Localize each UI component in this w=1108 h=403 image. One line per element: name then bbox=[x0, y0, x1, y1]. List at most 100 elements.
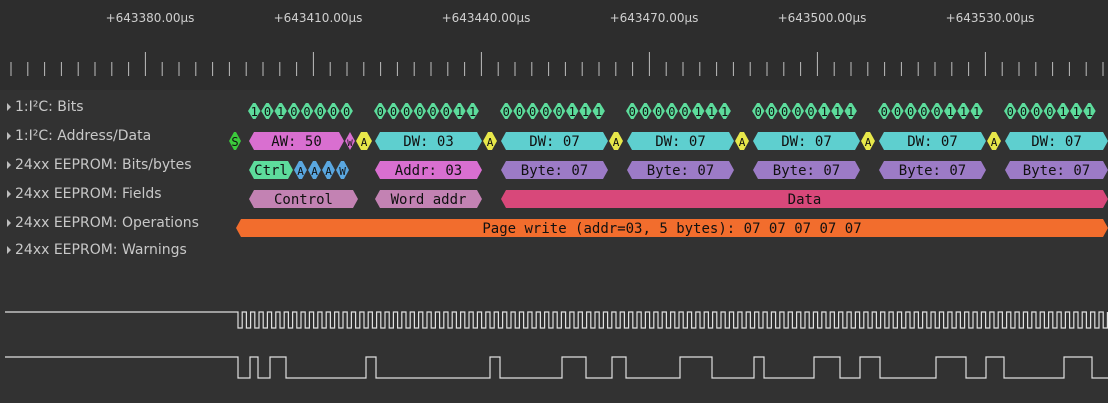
bit-cell[interactable]: 0 bbox=[400, 103, 413, 119]
bit-cell[interactable]: 1 bbox=[844, 103, 857, 119]
bit-cell[interactable]: 1 bbox=[718, 103, 731, 119]
time-ruler[interactable]: +643380.00µs +643410.00µs +643440.00µs +… bbox=[0, 0, 1108, 90]
ack-box[interactable]: A bbox=[356, 132, 372, 150]
ack-box[interactable]: A bbox=[861, 132, 875, 150]
data-field-box[interactable]: Data bbox=[501, 190, 1108, 208]
bit-cell[interactable]: 1 bbox=[831, 103, 844, 119]
bit-cell[interactable]: 0 bbox=[891, 103, 904, 119]
bit-cell[interactable]: 0 bbox=[678, 103, 692, 119]
bit-cell[interactable]: 0 bbox=[626, 103, 639, 119]
bit-cell[interactable]: 0 bbox=[513, 103, 526, 119]
data-write-box[interactable]: DW: 07 bbox=[753, 132, 860, 150]
data-write-box[interactable]: DW: 07 bbox=[501, 132, 608, 150]
bit-cell[interactable]: 0 bbox=[1030, 103, 1043, 119]
bit-cell-text: 1 bbox=[1073, 105, 1080, 119]
bit-cell-text: 1 bbox=[721, 105, 728, 119]
bit-cell[interactable]: 0 bbox=[374, 103, 387, 119]
bit-cell[interactable]: 1 bbox=[592, 103, 605, 119]
control-field-box[interactable]: Control bbox=[249, 190, 358, 208]
bit-cell[interactable]: 1 bbox=[274, 103, 287, 119]
bit-cell[interactable]: 0 bbox=[1004, 103, 1017, 119]
bit-cell[interactable]: 0 bbox=[413, 103, 427, 119]
bit-cell[interactable]: 1 bbox=[453, 103, 466, 119]
ack-box[interactable]: A bbox=[609, 132, 623, 150]
data-byte-box[interactable]: Byte: 07 bbox=[627, 161, 734, 179]
bit-cell-text: 0 bbox=[781, 105, 788, 119]
bit-cell-text: 0 bbox=[429, 105, 436, 119]
bit-cell[interactable]: 0 bbox=[917, 103, 931, 119]
bit-cell[interactable]: 0 bbox=[387, 103, 400, 119]
bit-cell[interactable]: 0 bbox=[426, 103, 440, 119]
bit-cell[interactable]: 0 bbox=[904, 103, 917, 119]
ctrl-box[interactable]: Ctrl bbox=[249, 161, 293, 179]
address-byte-box[interactable]: Addr: 03 bbox=[375, 161, 482, 179]
bit-cell[interactable]: 0 bbox=[314, 103, 327, 119]
bit-cell[interactable]: 1 bbox=[466, 103, 479, 119]
write-bit-box[interactable]: W bbox=[345, 132, 355, 150]
bit-cell[interactable]: 1 bbox=[818, 103, 831, 119]
bit-cell[interactable]: 1 bbox=[248, 103, 261, 119]
data-write-box[interactable]: DW: 07 bbox=[1005, 132, 1108, 150]
address-write-box[interactable]: AW: 50 bbox=[249, 132, 344, 150]
data-byte-box[interactable]: Byte: 07 bbox=[879, 161, 986, 179]
bit-cell[interactable]: 0 bbox=[1017, 103, 1030, 119]
ctrl-bit-box[interactable]: A bbox=[308, 161, 321, 179]
bit-cell[interactable]: 1 bbox=[944, 103, 957, 119]
ctrl-bit-box[interactable]: A bbox=[322, 161, 335, 179]
bit-cell[interactable]: 0 bbox=[804, 103, 818, 119]
bit-cell[interactable]: 1 bbox=[1056, 103, 1070, 119]
ack-box[interactable]: A bbox=[735, 132, 749, 150]
bit-cell[interactable]: 0 bbox=[340, 103, 353, 119]
bit-cell[interactable]: 0 bbox=[327, 103, 340, 119]
bit-cell[interactable]: 0 bbox=[1043, 103, 1057, 119]
data-write-box[interactable]: DW: 07 bbox=[627, 132, 734, 150]
bit-cell[interactable]: 0 bbox=[300, 103, 314, 119]
bit-cell[interactable]: 0 bbox=[539, 103, 553, 119]
bit-cell[interactable]: 0 bbox=[930, 103, 944, 119]
bit-cell[interactable]: 1 bbox=[1070, 103, 1083, 119]
bit-cell-text: 1 bbox=[960, 105, 967, 119]
data-byte-box[interactable]: Byte: 07 bbox=[753, 161, 860, 179]
data-write-box-text: DW: 07 bbox=[1031, 134, 1082, 150]
bit-cell[interactable]: 0 bbox=[287, 103, 301, 119]
bit-cell[interactable]: 1 bbox=[692, 103, 705, 119]
bit-cell-text: 0 bbox=[881, 105, 888, 119]
word-addr-field-box[interactable]: Word addr bbox=[375, 190, 482, 208]
bit-cell-text: 0 bbox=[933, 105, 940, 119]
bit-cell-text: 0 bbox=[516, 105, 523, 119]
bit-cell[interactable]: 0 bbox=[552, 103, 566, 119]
operation-box[interactable]: Page write (addr=03, 5 bytes): 07 07 07 … bbox=[236, 219, 1108, 237]
bit-cell[interactable]: 0 bbox=[500, 103, 513, 119]
bit-cell[interactable]: 1 bbox=[579, 103, 592, 119]
data-byte-box[interactable]: Byte: 07 bbox=[1005, 161, 1108, 179]
start-marker[interactable]: S bbox=[229, 132, 241, 150]
ack-box[interactable]: A bbox=[483, 132, 497, 150]
bit-cell[interactable]: 1 bbox=[957, 103, 970, 119]
bit-cell[interactable]: 0 bbox=[778, 103, 791, 119]
bit-cell[interactable]: 0 bbox=[639, 103, 652, 119]
bit-cell[interactable]: 0 bbox=[526, 103, 539, 119]
bit-cell[interactable]: 0 bbox=[261, 103, 274, 119]
bit-cell-text: 0 bbox=[403, 105, 410, 119]
bit-cell[interactable]: 0 bbox=[665, 103, 679, 119]
data-byte-box[interactable]: Byte: 07 bbox=[501, 161, 608, 179]
ctrl-bit-box[interactable]: W bbox=[336, 161, 349, 179]
bit-cell-text: 0 bbox=[416, 105, 423, 119]
bit-cell[interactable]: 0 bbox=[878, 103, 891, 119]
bit-cell[interactable]: 0 bbox=[752, 103, 765, 119]
trace-area[interactable]: 1:I²C: Bits 1:I²C: Address/Data 24xx EEP… bbox=[0, 90, 1108, 403]
bit-cell[interactable]: 1 bbox=[705, 103, 718, 119]
bit-cell[interactable]: 0 bbox=[765, 103, 778, 119]
data-write-box[interactable]: DW: 03 bbox=[375, 132, 482, 150]
data-write-box[interactable]: DW: 07 bbox=[879, 132, 986, 150]
bit-cell[interactable]: 0 bbox=[791, 103, 805, 119]
bit-cell[interactable]: 0 bbox=[652, 103, 665, 119]
bit-cell-text: 0 bbox=[1046, 105, 1053, 119]
ctrl-bit-box-text: W bbox=[339, 165, 346, 178]
bit-cell[interactable]: 0 bbox=[440, 103, 453, 119]
bit-cell[interactable]: 1 bbox=[566, 103, 579, 119]
ack-box[interactable]: A bbox=[987, 132, 1001, 150]
bit-cell[interactable]: 1 bbox=[970, 103, 983, 119]
bit-cell[interactable]: 1 bbox=[1083, 103, 1096, 119]
ctrl-bit-box[interactable]: A bbox=[294, 161, 307, 179]
